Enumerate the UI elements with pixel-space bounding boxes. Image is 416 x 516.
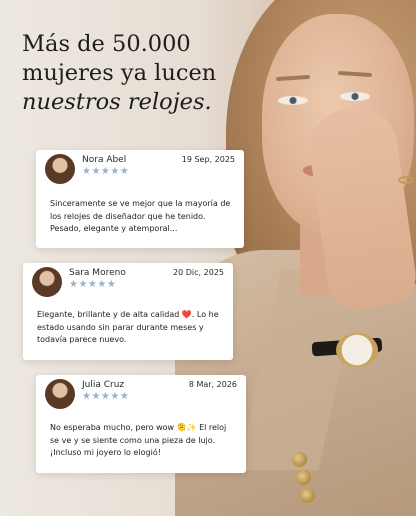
review-card: Sara Moreno 20 Dic, 2025 ★★★★★ Elegante,… — [23, 263, 233, 360]
ad-canvas: Más de 50.000 mujeres ya lucen nuestros … — [0, 0, 416, 516]
reviewer-name: Nora Abel — [82, 155, 127, 165]
gold-ring — [398, 176, 414, 184]
reviewer-name: Julia Cruz — [82, 380, 125, 390]
star-rating: ★★★★★ — [82, 166, 130, 177]
headline-line-3: nuestros relojes. — [22, 89, 212, 115]
reviewer-avatar — [45, 154, 75, 184]
review-card: Julia Cruz 8 Mar, 2026 ★★★★★ No esperaba… — [36, 375, 246, 473]
reviewer-avatar — [45, 379, 75, 409]
review-text: Sinceramente se ve mejor que la mayoría … — [50, 199, 231, 233]
coat-button — [300, 488, 315, 503]
reviewer-name: Sara Moreno — [69, 268, 126, 278]
headline-line-1: Más de 50.000 — [22, 31, 191, 57]
headline-line-2: mujeres ya lucen — [22, 60, 217, 86]
review-date: 20 Dic, 2025 — [173, 268, 224, 277]
review-date: 19 Sep, 2025 — [181, 155, 235, 164]
review-date: 8 Mar, 2026 — [188, 380, 237, 389]
model-left-eye — [278, 96, 308, 105]
review-text: No esperaba mucho, pero wow 🫠✨ El reloj … — [50, 423, 227, 457]
coat-button — [296, 470, 311, 485]
model-right-eye — [340, 92, 370, 101]
star-rating: ★★★★★ — [69, 279, 117, 290]
review-card: Nora Abel 19 Sep, 2025 ★★★★★ Sincerament… — [36, 150, 244, 248]
reviewer-avatar — [32, 267, 62, 297]
coat-button — [292, 452, 307, 467]
watch-face — [336, 333, 378, 367]
headline: Más de 50.000 mujeres ya lucen nuestros … — [22, 30, 262, 117]
review-text: Elegante, brillante y de alta calidad ❤️… — [37, 310, 219, 344]
star-rating: ★★★★★ — [82, 391, 130, 402]
